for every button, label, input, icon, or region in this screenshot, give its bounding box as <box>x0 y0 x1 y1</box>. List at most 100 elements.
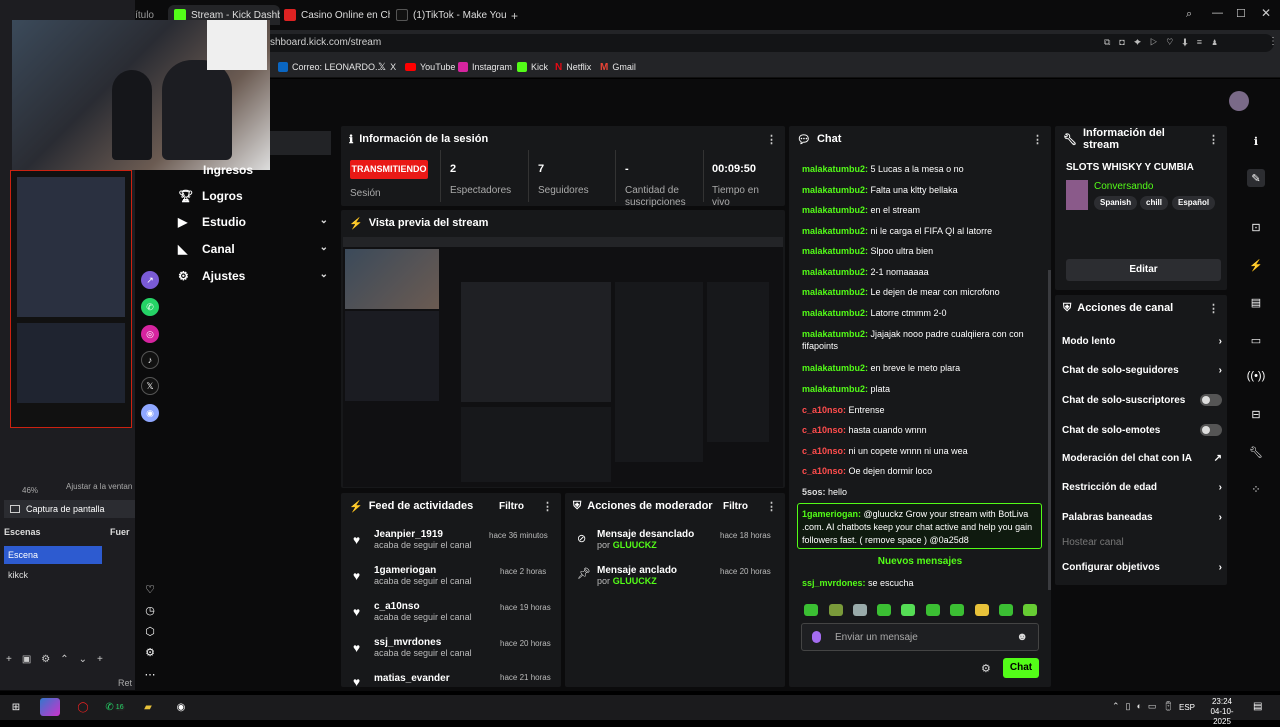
session-menu-icon[interactable]: ⋮ <box>766 133 777 146</box>
edit-stream-button[interactable]: Editar <box>1066 259 1221 281</box>
action-ai-moderation[interactable]: Moderación del chat con IA ↗ <box>1062 453 1222 464</box>
integration-icon[interactable]: ↗ <box>141 271 159 289</box>
whatsapp-icon[interactable]: ✆ <box>141 298 159 316</box>
folder-icon[interactable]: ▰ <box>138 698 158 716</box>
nav-ingresos[interactable]: Ingresos <box>178 159 338 181</box>
action-age-restriction[interactable]: Restricción de edad › <box>1062 482 1222 493</box>
language-indicator[interactable]: ESP <box>1179 703 1195 712</box>
clock[interactable]: 23:24 04-10-2025 <box>1202 697 1242 727</box>
target-icon[interactable]: ⊡ <box>1247 218 1265 236</box>
action-followers-only[interactable]: Chat de solo-seguidores › <box>1062 365 1222 376</box>
obs-scene-item[interactable]: Escena <box>4 546 102 564</box>
action-goals[interactable]: Configurar objetivos › <box>1062 562 1222 573</box>
tab-tiktok[interactable]: (1)TikTok - Make Your Day <box>396 5 506 25</box>
channel-actions-menu-icon[interactable]: ⋮ <box>1208 302 1219 315</box>
emote-icon[interactable] <box>804 604 818 616</box>
minimize-icon[interactable]: — <box>1212 7 1223 19</box>
emote-icon[interactable] <box>999 604 1013 616</box>
stream-category[interactable]: Conversando <box>1094 181 1153 192</box>
lightning-icon[interactable]: ⚡ <box>1247 256 1265 274</box>
emoji-icon[interactable]: ☻ <box>1016 631 1028 643</box>
new-tab-icon[interactable]: + <box>511 9 518 23</box>
stream-info-menu-icon[interactable]: ⋮ <box>1208 133 1219 146</box>
emote-icon[interactable] <box>926 604 940 616</box>
obs-source-bar[interactable]: Captura de pantalla <box>4 500 135 518</box>
drag-icon[interactable]: ⁘ <box>1247 480 1265 498</box>
chat-send-button[interactable]: Chat <box>1003 658 1039 678</box>
microphone-icon[interactable] <box>812 631 821 643</box>
bookmark-instagram[interactable]: Instagram <box>458 60 512 74</box>
bookmark-correo[interactable]: Correo: LEONARDO... <box>278 60 383 74</box>
document-icon[interactable]: ▤ <box>1247 293 1265 311</box>
emote-icon[interactable] <box>1023 604 1037 616</box>
bookmark-netflix[interactable]: N Netflix <box>555 60 591 74</box>
menu-icon[interactable]: ⋮ <box>1268 36 1278 47</box>
toolbar-icons[interactable]: ⧉◘✦▷♡⬇≡♟ <box>1104 37 1227 48</box>
chat-input-placeholder[interactable]: Enviar un mensaje <box>835 632 918 643</box>
nav-ajustes[interactable]: ⚙ Ajustes ⌄ <box>178 265 338 287</box>
instagram-icon[interactable]: ◎ <box>141 325 159 343</box>
gear-icon[interactable]: ⚙ <box>141 643 159 661</box>
tray-icons[interactable]: ⌃▯◐▭🔋︎ <box>1112 701 1180 712</box>
chat-menu-icon[interactable]: ⋮ <box>1032 133 1043 146</box>
clock-icon[interactable]: ◷ <box>141 601 159 619</box>
moderator-menu-icon[interactable]: ⋮ <box>766 500 777 513</box>
moderator-filter-button[interactable]: Filtro <box>723 501 748 512</box>
discord-icon[interactable]: ◉ <box>141 404 159 422</box>
notifications-icon[interactable]: ▤ <box>1253 701 1262 712</box>
opera-icon[interactable]: ◯ <box>73 698 93 716</box>
bookmark-kick[interactable]: Kick <box>517 60 548 74</box>
mod-action-time: hace 20 horas <box>720 567 771 576</box>
more-icon[interactable]: ⋯ <box>141 665 159 683</box>
copilot-icon[interactable] <box>40 698 60 716</box>
preview-webcam <box>345 249 439 309</box>
bookmark-x[interactable]: 𝕏X <box>378 60 396 74</box>
heart-icon[interactable]: ♡ <box>141 580 159 598</box>
maximize-icon[interactable]: ☐ <box>1236 7 1246 20</box>
action-banned-words[interactable]: Palabras baneadas › <box>1062 512 1222 523</box>
subscribers-only-toggle[interactable] <box>1200 394 1222 406</box>
obs-scene-item[interactable]: kikck <box>8 570 28 580</box>
x-icon[interactable]: 𝕏 <box>141 377 159 395</box>
windows-start-icon[interactable]: ⊞ <box>6 698 26 716</box>
tab-casino[interactable]: Casino Online en Chile - J <box>284 5 390 25</box>
emote-icon[interactable] <box>901 604 915 616</box>
emote-icon[interactable] <box>950 604 964 616</box>
broadcast-icon[interactable]: ((•)) <box>1247 367 1266 385</box>
tiktok-icon[interactable]: ♪ <box>141 351 159 369</box>
nav-estudio[interactable]: ▶ Estudio ⌄ <box>178 211 338 233</box>
emote-icon[interactable] <box>829 604 843 616</box>
emote-icon[interactable] <box>975 604 989 616</box>
avatar[interactable] <box>1229 91 1249 111</box>
feed-filter-button[interactable]: Filtro <box>499 501 524 512</box>
highlighted-message: 1gameriogan: @gluuckz Grow your stream w… <box>797 503 1042 549</box>
stream-preview-video[interactable] <box>343 237 783 487</box>
person-silhouette <box>112 70 152 160</box>
bookmark-youtube[interactable]: YouTube <box>405 60 455 74</box>
new-messages-indicator[interactable]: Nuevos mensajes <box>795 556 1045 567</box>
chat-input-box[interactable]: Enviar un mensaje ☻ <box>801 623 1039 651</box>
close-icon[interactable]: ✕ <box>1261 6 1271 20</box>
wrench-icon[interactable]: 🔧︎ <box>1247 443 1265 461</box>
feed-menu-icon[interactable]: ⋮ <box>542 500 553 513</box>
obs-sources-title: Fuer <box>110 527 130 537</box>
obs-scene-toolbar[interactable]: +▣⚙⌃⌄+ <box>6 654 113 665</box>
chat-scrollbar[interactable] <box>1048 270 1051 590</box>
obs-icon[interactable]: ◉ <box>171 698 191 716</box>
chat-icon[interactable]: ▭ <box>1247 331 1265 349</box>
whatsapp-icon[interactable]: ✆ 16 <box>105 698 125 716</box>
search-tabs-icon[interactable]: ⌕ <box>1186 8 1192 21</box>
nav-logros[interactable]: 🏆︎ Logros <box>178 185 338 207</box>
cube-icon[interactable]: ⬡ <box>141 622 159 640</box>
bookmark-gmail[interactable]: M Gmail <box>600 60 636 74</box>
emotes-only-toggle[interactable] <box>1200 424 1222 436</box>
layout-icon[interactable]: ⊟ <box>1247 405 1265 423</box>
chat-settings-icon[interactable]: ⚙ <box>981 662 991 675</box>
obs-fit-label[interactable]: Ajustar a la ventan <box>66 482 134 491</box>
emote-icon[interactable] <box>853 604 867 616</box>
emote-icon[interactable] <box>877 604 891 616</box>
action-slow-mode[interactable]: Modo lento › <box>1062 336 1222 347</box>
info-icon[interactable]: ℹ <box>1247 132 1265 150</box>
pencil-icon[interactable]: ✎ <box>1247 169 1265 187</box>
nav-canal[interactable]: ◣ Canal ⌄ <box>178 238 338 260</box>
